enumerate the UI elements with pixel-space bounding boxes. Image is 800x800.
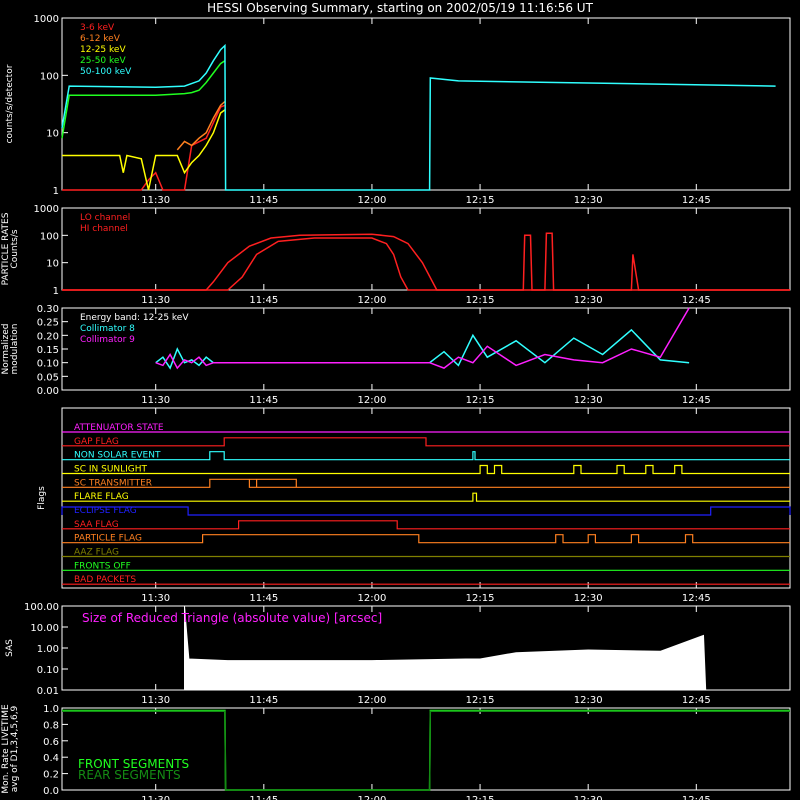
y-axis-label: SAS — [5, 639, 15, 657]
x-tick-label: 12:15 — [466, 195, 495, 206]
x-tick-label: 12:00 — [358, 395, 387, 406]
y-tick-label: 1.0 — [43, 704, 59, 715]
y-tick-label: 0.05 — [37, 372, 59, 383]
y-tick-label: 0.0 — [43, 786, 59, 797]
x-tick-label: 12:00 — [358, 593, 387, 604]
x-tick-label: 12:45 — [682, 195, 711, 206]
x-tick-label: 11:30 — [141, 695, 170, 706]
legend-entry: Collimator 9 — [80, 335, 135, 345]
legend-entry: REAR SEGMENTS — [78, 768, 181, 782]
y-tick-label: 0.4 — [43, 753, 59, 764]
band-label: Energy band: 12-25 keV — [80, 313, 189, 323]
x-tick-label: 12:30 — [574, 195, 603, 206]
x-tick-label: 12:45 — [682, 795, 711, 800]
y-axis-label: Flags — [37, 486, 47, 510]
x-tick-label: 12:00 — [358, 795, 387, 800]
x-tick-label: 11:30 — [141, 593, 170, 604]
y-axis-label: avg of D1,3,4,5,6,9 — [10, 705, 20, 792]
y-axis-label: Counts/s — [10, 229, 20, 268]
x-tick-label: 12:30 — [574, 795, 603, 800]
legend-entry: LO channel — [80, 213, 130, 223]
y-axis-label: modulation — [10, 324, 20, 375]
x-tick-label: 11:45 — [249, 593, 278, 604]
legend-entry: 3-6 keV — [80, 23, 115, 33]
x-tick-label: 12:00 — [358, 195, 387, 206]
x-tick-label: 12:15 — [466, 593, 495, 604]
legend-entry: Collimator 8 — [80, 324, 135, 334]
chart-title: HESSI Observing Summary, starting on 200… — [207, 1, 593, 15]
legend-entry: HI channel — [80, 224, 128, 234]
y-tick-label: 100 — [40, 71, 59, 82]
x-tick-label: 12:30 — [574, 695, 603, 706]
y-tick-label: 100 — [40, 231, 59, 242]
x-tick-label: 12:45 — [682, 593, 711, 604]
legend-entry: 25-50 keV — [80, 56, 126, 66]
y-tick-label: 1 — [53, 186, 59, 197]
y-tick-label: 1000 — [34, 14, 59, 25]
x-tick-label: 11:30 — [141, 795, 170, 800]
x-tick-label: 11:45 — [249, 395, 278, 406]
hessi-summary-chart: HESSI Observing Summary, starting on 200… — [0, 0, 800, 800]
x-tick-label: 12:15 — [466, 695, 495, 706]
x-tick-label: 11:30 — [141, 195, 170, 206]
y-tick-label: 0.30 — [37, 304, 59, 315]
x-tick-label: 12:45 — [682, 395, 711, 406]
y-tick-label: 0.6 — [43, 737, 59, 748]
legend-entry: 50-100 keV — [80, 67, 132, 77]
y-tick-label: 0.20 — [37, 331, 59, 342]
y-tick-label: 0.10 — [37, 665, 59, 676]
x-tick-label: 12:30 — [574, 295, 603, 306]
y-tick-label: 0.8 — [43, 720, 59, 731]
x-tick-label: 12:45 — [682, 695, 711, 706]
y-tick-label: 1.00 — [37, 644, 59, 655]
x-tick-label: 11:45 — [249, 695, 278, 706]
x-tick-label: 12:15 — [466, 395, 495, 406]
y-tick-label: 100.00 — [24, 602, 59, 613]
x-tick-label: 11:45 — [249, 795, 278, 800]
y-tick-label: 10.00 — [30, 623, 59, 634]
x-tick-label: 12:00 — [358, 695, 387, 706]
x-tick-label: 12:30 — [574, 593, 603, 604]
y-tick-label: 1 — [53, 286, 59, 297]
y-tick-label: 1000 — [34, 204, 59, 215]
y-tick-label: 0.15 — [37, 345, 59, 356]
y-tick-label: 0.01 — [37, 686, 59, 697]
y-tick-label: 10 — [46, 259, 59, 270]
legend-entry: 6-12 keV — [80, 34, 121, 44]
x-tick-label: 11:30 — [141, 395, 170, 406]
x-tick-label: 12:30 — [574, 395, 603, 406]
y-tick-label: 0.2 — [43, 770, 59, 781]
x-tick-label: 12:00 — [358, 295, 387, 306]
y-tick-label: 10 — [46, 129, 59, 140]
legend-entry: 12-25 keV — [80, 45, 126, 55]
x-tick-label: 12:45 — [682, 295, 711, 306]
sas-annotation: Size of Reduced Triangle (absolute value… — [82, 611, 382, 625]
x-tick-label: 11:45 — [249, 295, 278, 306]
y-tick-label: 0.25 — [37, 318, 59, 329]
x-tick-label: 12:15 — [466, 795, 495, 800]
y-axis-label: counts/s/detector — [5, 64, 15, 143]
x-tick-label: 12:15 — [466, 295, 495, 306]
x-tick-label: 11:30 — [141, 295, 170, 306]
y-tick-label: 0.00 — [37, 386, 59, 397]
x-tick-label: 11:45 — [249, 195, 278, 206]
y-tick-label: 0.10 — [37, 359, 59, 370]
